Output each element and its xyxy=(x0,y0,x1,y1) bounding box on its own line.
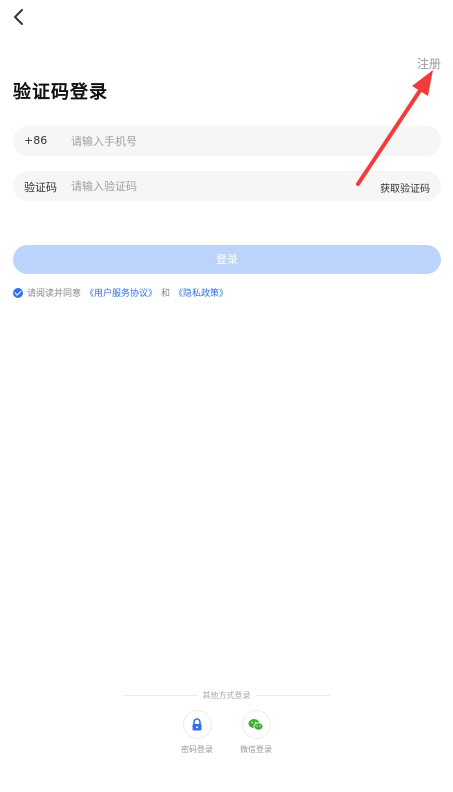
other-login-heading: 其他方式登录 xyxy=(0,690,453,701)
verification-code-field: 验证码 获取验证码 xyxy=(13,171,441,201)
back-button[interactable] xyxy=(8,6,30,28)
code-label: 验证码 xyxy=(24,181,57,194)
login-button[interactable]: 登录 xyxy=(13,245,441,274)
password-login-label: 密码登录 xyxy=(181,745,213,754)
page-title: 验证码登录 xyxy=(13,82,108,103)
agreement-conjunction: 和 xyxy=(161,289,171,299)
privacy-policy-link[interactable]: 《隐私政策》 xyxy=(174,286,228,299)
password-login-button[interactable]: 密码登录 xyxy=(175,710,219,755)
chevron-left-icon xyxy=(14,9,23,25)
agreement-checkbox[interactable] xyxy=(13,287,23,298)
agreement-row: 请阅读并同意 《用户服务协议》 和 《隐私政策》 xyxy=(13,286,228,299)
country-code[interactable]: +86 xyxy=(24,134,47,147)
wechat-login-button[interactable]: 微信登录 xyxy=(234,710,278,755)
agreement-prefix: 请阅读并同意 xyxy=(27,289,82,299)
code-input[interactable] xyxy=(71,171,351,201)
register-link[interactable]: 注册 xyxy=(417,55,441,72)
annotation-arrow xyxy=(356,70,433,186)
phone-input[interactable] xyxy=(71,126,351,156)
lock-icon xyxy=(192,718,202,731)
get-code-button[interactable]: 获取验证码 xyxy=(380,180,430,195)
wechat-icon xyxy=(248,718,264,731)
phone-field: +86 xyxy=(13,126,441,156)
user-agreement-link[interactable]: 《用户服务协议》 xyxy=(85,286,157,299)
wechat-login-label: 微信登录 xyxy=(240,745,272,754)
